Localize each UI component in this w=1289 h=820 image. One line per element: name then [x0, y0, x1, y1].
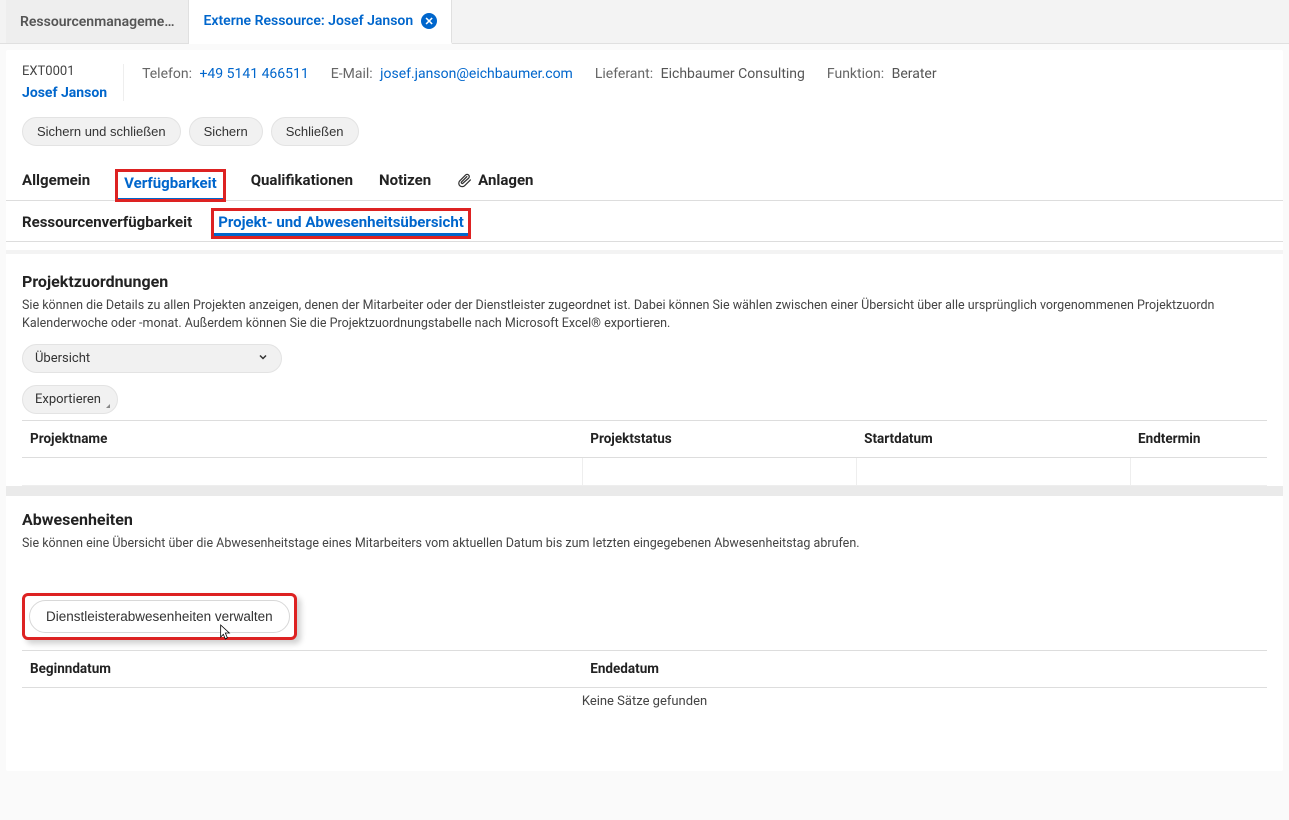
meta-row: Telefon: +49 5141 466511 E-Mail: josef.j…: [142, 64, 937, 82]
view-select[interactable]: Übersicht: [22, 344, 282, 373]
col-project-name[interactable]: Projektname: [22, 421, 582, 458]
export-button[interactable]: Exportieren: [22, 385, 118, 414]
view-select-value: Übersicht: [35, 351, 90, 366]
record-name[interactable]: Josef Janson: [22, 85, 107, 101]
export-label: Exportieren: [35, 392, 101, 407]
tab-availability[interactable]: Verfügbarkeit: [116, 170, 225, 201]
role-value: Berater: [892, 66, 937, 82]
chevron-down-icon: [257, 351, 269, 367]
manage-absences-button[interactable]: Dienstleisterabwesenheiten verwalten: [29, 600, 290, 633]
tab-label: Externe Ressource: Josef Janson: [203, 13, 413, 29]
projects-table: Projektname Projektstatus Startdatum End…: [22, 420, 1267, 486]
identity-block: EXT0001 Josef Janson: [22, 64, 124, 101]
email-label: E-Mail:: [331, 66, 373, 82]
meta-supplier: Lieferant: Eichbaumer Consulting: [595, 66, 805, 82]
meta-phone: Telefon: +49 5141 466511: [142, 66, 309, 82]
supplier-value: Eichbaumer Consulting: [661, 66, 805, 82]
subtab-project-absence-overview[interactable]: Projekt- und Abwesenheitsübersicht: [214, 211, 468, 236]
absences-section: Abwesenheiten Sie können eine Übersicht …: [6, 496, 1283, 721]
col-spacer: [1143, 650, 1268, 687]
email-link[interactable]: josef.janson@eichbaumer.com: [380, 66, 573, 82]
col-project-status[interactable]: Projektstatus: [582, 421, 856, 458]
role-label: Funktion:: [827, 66, 884, 82]
absences-table: Beginndatum Endedatum: [22, 650, 1267, 688]
save-and-close-button[interactable]: Sichern und schließen: [22, 117, 181, 146]
highlight-annotation: Dienstleisterabwesenheiten verwalten: [22, 593, 297, 640]
table-row: [22, 458, 1267, 486]
tab-attachments-label: Anlagen: [478, 171, 533, 189]
subtab-resource-availability[interactable]: Ressourcenverfügbarkeit: [22, 213, 192, 241]
absences-title: Abwesenheiten: [22, 510, 1267, 529]
tab-label: Ressourcenmanageme…: [20, 14, 174, 30]
close-button[interactable]: Schließen: [271, 117, 359, 146]
supplier-label: Lieferant:: [595, 66, 653, 82]
tab-general[interactable]: Allgemein: [22, 171, 90, 199]
top-tabs-bar: Ressourcenmanageme… Externe Ressource: J…: [0, 0, 1289, 44]
col-start-date[interactable]: Startdatum: [856, 421, 1130, 458]
col-begin-date[interactable]: Beginndatum: [22, 650, 582, 687]
page-content: EXT0001 Josef Janson Telefon: +49 5141 4…: [6, 50, 1283, 771]
absences-description: Sie können eine Übersicht über die Abwes…: [22, 535, 1267, 553]
projects-section: Projektzuordnungen Sie können die Detail…: [6, 250, 1283, 496]
projects-description: Sie können die Details zu allen Projekte…: [22, 297, 1267, 332]
close-icon[interactable]: ✕: [421, 13, 437, 29]
sub-tabs: Ressourcenverfügbarkeit Projekt- und Abw…: [6, 201, 1283, 242]
section-tabs: Allgemein Verfügbarkeit Qualifikationen …: [6, 158, 1283, 201]
tab-resource-management[interactable]: Ressourcenmanageme…: [6, 0, 189, 43]
phone-label: Telefon:: [142, 66, 192, 82]
col-end-date[interactable]: Endtermin: [1130, 421, 1267, 458]
record-header: EXT0001 Josef Janson Telefon: +49 5141 4…: [6, 58, 1283, 113]
cursor-icon: [216, 623, 232, 647]
tab-attachments[interactable]: Anlagen: [457, 171, 533, 199]
tab-notes[interactable]: Notizen: [379, 171, 431, 199]
paperclip-icon: [457, 173, 472, 188]
meta-email: E-Mail: josef.janson@eichbaumer.com: [331, 66, 573, 82]
record-code: EXT0001: [22, 64, 107, 79]
save-button[interactable]: Sichern: [189, 117, 263, 146]
meta-role: Funktion: Berater: [827, 66, 937, 82]
phone-link[interactable]: +49 5141 466511: [199, 66, 308, 82]
action-toolbar: Sichern und schließen Sichern Schließen: [6, 113, 1283, 158]
col-end-date[interactable]: Endedatum: [582, 650, 1142, 687]
divider: [6, 486, 1283, 496]
tab-external-resource[interactable]: Externe Ressource: Josef Janson ✕: [189, 0, 452, 44]
projects-title: Projektzuordnungen: [22, 272, 1267, 291]
empty-message: Keine Sätze gefunden: [22, 688, 1267, 721]
tab-qualifications[interactable]: Qualifikationen: [251, 171, 353, 199]
